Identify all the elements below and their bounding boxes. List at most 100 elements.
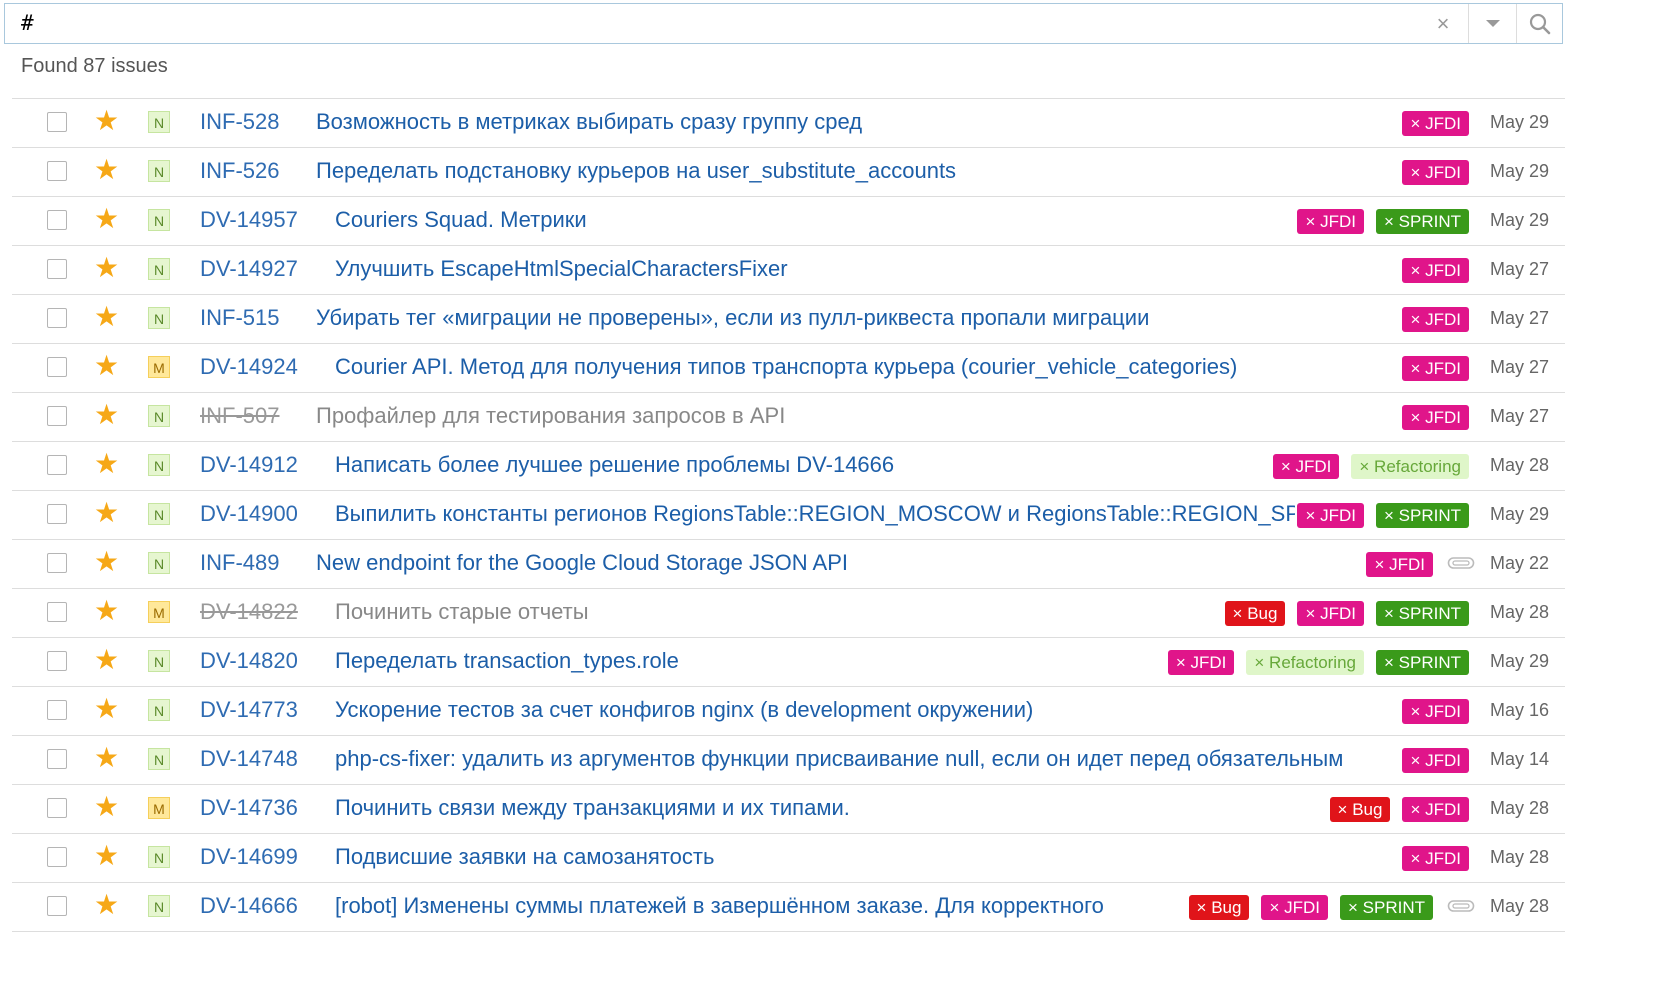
star-icon[interactable]: ★ [94, 204, 119, 234]
issue-summary-link[interactable]: Ускорение тестов за счет конфигов nginx … [335, 697, 1033, 723]
star-icon[interactable]: ★ [94, 498, 119, 528]
select-checkbox[interactable] [47, 210, 67, 230]
issue-id-link[interactable]: DV-14822 [200, 599, 298, 625]
issue-summary-link[interactable]: Профайлер для тестирования запросов в AP… [316, 403, 785, 429]
star-icon[interactable]: ★ [94, 155, 119, 185]
select-checkbox[interactable] [47, 700, 67, 720]
star-icon[interactable]: ★ [94, 743, 119, 773]
issue-summary-link[interactable]: Подвисшие заявки на самозанятость [335, 844, 714, 870]
tag-sprint[interactable]: × SPRINT [1376, 503, 1469, 528]
star-icon[interactable]: ★ [94, 547, 119, 577]
issue-summary-link[interactable]: Выпилить константы регионов RegionsTable… [335, 501, 1295, 527]
issue-id-link[interactable]: DV-14927 [200, 256, 298, 282]
issue-id-link[interactable]: DV-14699 [200, 844, 298, 870]
select-checkbox[interactable] [47, 749, 67, 769]
tag-jfdi[interactable]: × JFDI [1402, 111, 1469, 136]
issue-row[interactable]: ★ M DV-14924 Courier API. Метод для получен… [12, 344, 1565, 393]
tag-jfdi[interactable]: × JFDI [1402, 699, 1469, 724]
star-icon[interactable]: ★ [94, 841, 119, 871]
tag-jfdi[interactable]: × JFDI [1402, 258, 1469, 283]
search-bar[interactable]: # JFDI × [4, 3, 1563, 44]
star-icon[interactable]: ★ [94, 253, 119, 283]
issue-row[interactable]: ★ N DV-14699 Подвисшие заявки на самозанято… [12, 834, 1565, 883]
tag-jfdi[interactable]: × JFDI [1272, 454, 1340, 479]
issue-summary-link[interactable]: Убирать тег «миграции не проверены», есл… [316, 305, 1149, 331]
issue-id-link[interactable]: DV-14957 [200, 207, 298, 233]
tag-jfdi[interactable]: × JFDI [1167, 650, 1235, 675]
select-checkbox[interactable] [47, 112, 67, 132]
select-checkbox[interactable] [47, 357, 67, 377]
issue-row[interactable]: ★ N DV-14957 Couriers Squad. Метрики × JFDI ×… [12, 197, 1565, 246]
issue-row[interactable]: ★ N INF-507 Профайлер для тестирования запр… [12, 393, 1565, 442]
issue-row[interactable]: ★ N DV-14912 Написать более лучшее решение … [12, 442, 1565, 491]
issue-id-link[interactable]: DV-14900 [200, 501, 298, 527]
select-checkbox[interactable] [47, 798, 67, 818]
search-input[interactable]: # JFDI [21, 11, 91, 38]
tag-jfdi[interactable]: × JFDI [1402, 797, 1469, 822]
tag-jfdi[interactable]: × JFDI [1402, 356, 1469, 381]
star-icon[interactable]: ★ [94, 449, 119, 479]
tag-jfdi[interactable]: × JFDI [1402, 307, 1469, 332]
select-checkbox[interactable] [47, 847, 67, 867]
select-checkbox[interactable] [47, 259, 67, 279]
star-icon[interactable]: ★ [94, 400, 119, 430]
select-checkbox[interactable] [47, 161, 67, 181]
issue-row[interactable]: ★ N INF-489 New endpoint for the Google Clo… [12, 540, 1565, 589]
tag-jfdi[interactable]: × JFDI [1402, 160, 1469, 185]
issue-row[interactable]: ★ N DV-14927 Улучшить EscapeHtmlSpecialChar… [12, 246, 1565, 295]
issue-summary-link[interactable]: Couriers Squad. Метрики [335, 207, 587, 233]
issue-row[interactable]: ★ N DV-14773 Ускорение тестов за счет конфи… [12, 687, 1565, 736]
issue-id-link[interactable]: DV-14912 [200, 452, 298, 478]
issue-summary-link[interactable]: Написать более лучшее решение проблемы D… [335, 452, 894, 478]
chevron-down-icon[interactable] [1468, 4, 1517, 43]
tag-jfdi[interactable]: × JFDI [1261, 895, 1328, 920]
select-checkbox[interactable] [47, 896, 67, 916]
select-checkbox[interactable] [47, 651, 67, 671]
issue-summary-link[interactable]: Починить связи между транзакциями и их т… [335, 795, 850, 821]
tag-sprint[interactable]: × SPRINT [1340, 895, 1433, 920]
issue-summary-link[interactable]: Починить старые отчеты [335, 599, 589, 625]
issue-id-link[interactable]: INF-507 [200, 403, 279, 429]
select-checkbox[interactable] [47, 553, 67, 573]
tag-jfdi[interactable]: × JFDI [1402, 846, 1469, 871]
star-icon[interactable]: ★ [94, 351, 119, 381]
star-icon[interactable]: ★ [94, 645, 119, 675]
issue-summary-link[interactable]: Courier API. Метод для получения типов т… [335, 354, 1237, 380]
tag-jfdi[interactable]: × JFDI [1297, 209, 1364, 234]
issue-id-link[interactable]: INF-515 [200, 305, 279, 331]
tag-bug[interactable]: × Bug [1329, 797, 1391, 822]
issue-id-link[interactable]: INF-489 [200, 550, 279, 576]
issue-row[interactable]: ★ N INF-515 Убирать тег «миграции не провер… [12, 295, 1565, 344]
select-checkbox[interactable] [47, 406, 67, 426]
tag-jfdi[interactable]: × JFDI [1402, 405, 1469, 430]
star-icon[interactable]: ★ [94, 106, 119, 136]
star-icon[interactable]: ★ [94, 596, 119, 626]
search-icon[interactable] [1516, 4, 1563, 43]
tag-refactoring[interactable]: × Refactoring [1246, 650, 1364, 675]
tag-sprint[interactable]: × SPRINT [1376, 650, 1469, 675]
tag-jfdi[interactable]: × JFDI [1297, 601, 1364, 626]
tag-sprint[interactable]: × SPRINT [1376, 601, 1469, 626]
issue-id-link[interactable]: DV-14748 [200, 746, 298, 772]
issue-row[interactable]: ★ N DV-14666 [robot] Изменены суммы платеже… [12, 883, 1565, 932]
issue-row[interactable]: ★ N DV-14820 Переделать transaction_types.r… [12, 638, 1565, 687]
issue-id-link[interactable]: INF-526 [200, 158, 279, 184]
issue-summary-link[interactable]: Улучшить EscapeHtmlSpecialCharactersFixe… [335, 256, 788, 282]
tag-bug[interactable]: × Bug [1224, 601, 1286, 626]
issue-row[interactable]: ★ N DV-14900 Выпилить константы регионов Re… [12, 491, 1565, 540]
star-icon[interactable]: ★ [94, 302, 119, 332]
issue-summary-link[interactable]: php-cs-fixer: удалить из аргументов функ… [335, 746, 1343, 772]
issue-id-link[interactable]: DV-14666 [200, 893, 298, 919]
issue-row[interactable]: ★ N INF-528 Возможность в метриках выбирать… [12, 99, 1565, 148]
tag-jfdi[interactable]: × JFDI [1297, 503, 1364, 528]
issue-row[interactable]: ★ N INF-526 Переделать подстановку курьеров… [12, 148, 1565, 197]
select-checkbox[interactable] [47, 308, 67, 328]
tag-sprint[interactable]: × SPRINT [1376, 209, 1469, 234]
tag-bug[interactable]: × Bug [1188, 895, 1250, 920]
issue-id-link[interactable]: INF-528 [200, 109, 279, 135]
star-icon[interactable]: ★ [94, 792, 119, 822]
issue-summary-link[interactable]: [robot] Изменены суммы платежей в заверш… [335, 893, 1104, 919]
star-icon[interactable]: ★ [94, 890, 119, 920]
issue-row[interactable]: ★ N DV-14748 php-cs-fixer: удалить из аргум… [12, 736, 1565, 785]
issue-summary-link[interactable]: Переделать подстановку курьеров на user_… [316, 158, 956, 184]
